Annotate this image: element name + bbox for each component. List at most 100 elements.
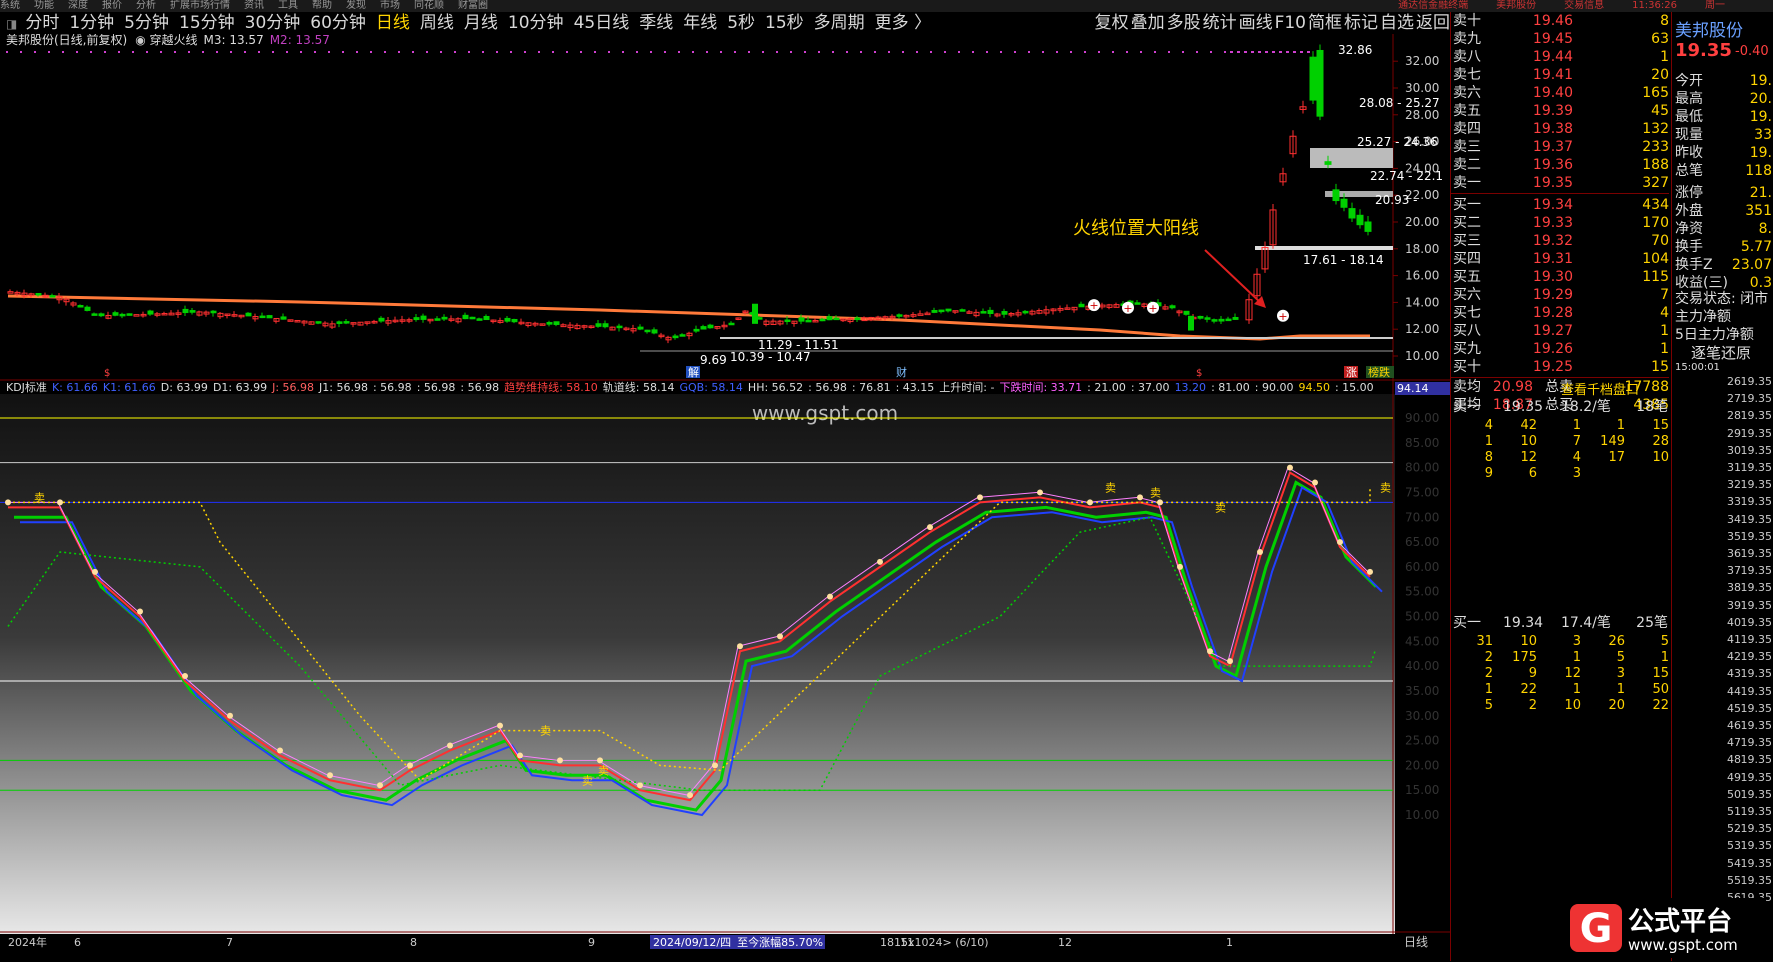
period-tab[interactable]: 年线 <box>683 13 717 33</box>
candle-body <box>210 310 217 314</box>
stat-row: 最高 20. <box>1675 91 1772 107</box>
signal-dot <box>637 782 643 789</box>
stat-row: 外盘 351 <box>1675 203 1772 219</box>
price-label: 9.69 <box>700 353 727 367</box>
signal-dot <box>737 643 743 650</box>
menu-item[interactable]: 帮助 <box>312 0 332 11</box>
candle-body <box>189 310 196 313</box>
period-tab[interactable]: 45日线 <box>574 13 630 33</box>
candle-body <box>945 308 952 312</box>
price-label: 32.86 <box>1338 43 1372 57</box>
queue-row: 1 10 7 149 28 <box>1484 434 1669 449</box>
menu-item[interactable]: 财富圈 <box>458 0 488 11</box>
period-tab[interactable]: 15秒 <box>765 13 804 33</box>
period-tab[interactable]: 30分钟 <box>245 13 301 33</box>
toolbar-button[interactable]: F10 <box>1275 13 1306 33</box>
toolbar-button[interactable]: 自选 <box>1380 13 1414 33</box>
period-tab[interactable]: 5秒 <box>727 13 755 33</box>
menu-item[interactable]: 扩展市场行情 <box>170 0 230 11</box>
tick-row: 49 19.35 <box>1727 770 1772 784</box>
menu-item[interactable]: 功能 <box>34 0 54 11</box>
candle-body <box>182 308 189 314</box>
menu-item[interactable]: 市场 <box>380 0 400 11</box>
period-tab[interactable]: 15分钟 <box>179 13 235 33</box>
candle-body <box>553 321 560 325</box>
candle-body <box>1134 302 1141 305</box>
top-menu-bar: 系统 功能 深度 报价 分析 扩展市场行情 资讯 工具 帮助 发现 市场 同花顺 财富圈 通达信金融终端 美… <box>0 0 1773 12</box>
toolbar-button[interactable]: 简框 <box>1308 13 1342 33</box>
signal-dot <box>517 752 523 759</box>
signal-dot <box>1257 548 1263 555</box>
period-tab[interactable]: 5分钟 <box>124 13 169 33</box>
menu-item[interactable]: 分析 <box>136 0 156 11</box>
signal-dot <box>1367 568 1373 575</box>
kdj-last-value: 94.14 <box>1397 382 1429 395</box>
toolbar-button[interactable]: 统计 <box>1203 13 1237 33</box>
candle-body <box>728 322 735 326</box>
period-tab[interactable]: 60分钟 <box>310 13 366 33</box>
signal-dot <box>877 558 883 565</box>
tick-row: 29 19.35 <box>1727 426 1772 440</box>
tick-restore-button[interactable]: 逐笔还原 <box>1691 342 1751 363</box>
tick-row: 37 19.35 <box>1727 564 1772 578</box>
candle-body <box>1232 316 1239 320</box>
kdj-tick: 35.00 <box>1405 684 1439 698</box>
period-tab[interactable]: 1分钟 <box>69 13 114 33</box>
kdj-tick: 55.00 <box>1405 585 1439 599</box>
kdj-tick: 25.00 <box>1405 734 1439 748</box>
menu-item[interactable]: 报价 <box>102 0 122 11</box>
dollar-icon: $ <box>104 368 110 379</box>
kdj-tick: 70.00 <box>1405 510 1439 524</box>
kdj-tick: 20.00 <box>1405 758 1439 772</box>
tick-row: 46 19.35 <box>1727 719 1772 732</box>
kline-chart-area[interactable]: 美邦股份(日线,前复权) ◉ 穿越火线 M3: 13.57 M2: 13.57 32.0… <box>0 34 1450 961</box>
sell-label: 卖 <box>1380 481 1391 494</box>
toolbar-button[interactable]: 画线 <box>1239 13 1273 33</box>
tick-row: 41 19.35 <box>1727 633 1772 646</box>
toolbar-button[interactable]: 复权 <box>1095 13 1129 33</box>
axis-size: 1815x1024> (6/10) <box>880 936 989 949</box>
period-tab[interactable]: 周线 <box>420 13 454 33</box>
menu-item[interactable]: 深度 <box>68 0 88 11</box>
signal-dot <box>1177 563 1183 570</box>
menu-item[interactable]: 系统 <box>0 0 20 11</box>
menu-item[interactable]: 工具 <box>278 0 298 11</box>
tick-row: 50 19.35 <box>1727 787 1772 801</box>
tick-row: 27 19.35 <box>1727 392 1772 406</box>
toolbar-button[interactable]: 返回 <box>1416 13 1450 33</box>
period-tab[interactable]: 分时 <box>25 13 59 33</box>
period-tab[interactable]: 月线 <box>464 13 498 33</box>
menu-item[interactable]: 发现 <box>346 0 366 11</box>
candle-body <box>980 311 987 314</box>
stat-row: 净资 8. <box>1675 221 1772 237</box>
candle-body <box>1183 310 1190 315</box>
queue-row: 1 22 1 1 50 <box>1484 682 1669 697</box>
signal-dot <box>927 524 933 531</box>
tick-row: 32 19.35 <box>1727 478 1772 492</box>
period-tab[interactable]: 10分钟 <box>508 13 564 33</box>
tick-row: 45 19.35 <box>1727 701 1772 715</box>
sell-label: 卖 <box>582 774 593 787</box>
panel-toggle-icon[interactable]: ◨ <box>6 17 17 31</box>
queue-row: 2 175 1 5 1 <box>1484 650 1669 665</box>
period-tab[interactable]: 多周期 <box>814 13 865 33</box>
svg-text:G: G <box>1580 906 1613 952</box>
kdj-tick: 40.00 <box>1405 659 1439 673</box>
period-tab[interactable]: 季线 <box>639 13 673 33</box>
price-tick: 16.00 <box>1405 269 1439 283</box>
menu-item[interactable]: 同花顺 <box>414 0 444 11</box>
signal-dot <box>137 608 143 615</box>
candle-body <box>693 328 700 332</box>
period-tab[interactable]: 更多 〉 <box>875 13 931 33</box>
candle-body <box>616 325 623 329</box>
toolbar-button[interactable]: 叠加 <box>1131 13 1165 33</box>
candle-body <box>959 309 966 312</box>
candle-body <box>511 318 518 323</box>
stat-row: 昨收 19. <box>1675 145 1772 161</box>
menu-item[interactable]: 资讯 <box>244 0 264 11</box>
candle-body <box>1225 318 1232 322</box>
period-tab[interactable]: 日线 <box>376 13 410 33</box>
toolbar-button[interactable]: 多股 <box>1167 13 1201 33</box>
toolbar-button[interactable]: 标记 <box>1344 13 1378 33</box>
order-depth-button[interactable]: 查看千档盘口 <box>1561 379 1639 398</box>
